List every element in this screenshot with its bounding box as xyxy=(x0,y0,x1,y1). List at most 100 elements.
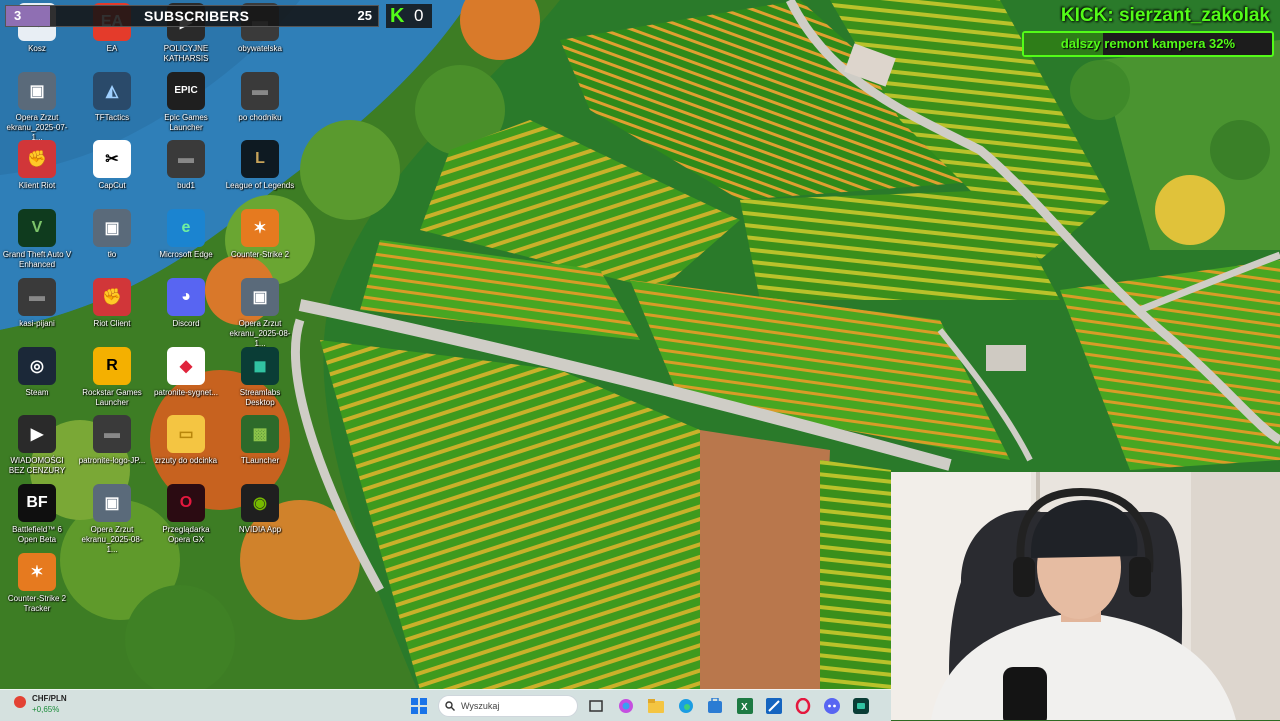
kick-channel-label: KICK: sierzant_zakolak xyxy=(1060,5,1270,26)
desktop-icon-label: POLICYJNE KATHARSIS xyxy=(163,44,209,63)
opera-gx-icon[interactable] xyxy=(793,696,813,716)
desktop-icon[interactable]: EPIC Epic Games Launcher xyxy=(151,71,221,133)
copilot-icon[interactable] xyxy=(616,696,636,716)
desktop-icon[interactable]: ✂ CapCut xyxy=(77,140,147,191)
desktop-icon-label: TLauncher xyxy=(240,456,280,466)
desktop-icon[interactable]: ◭ TFTactics xyxy=(77,71,147,123)
search-placeholder: Wyszukaj xyxy=(461,701,500,711)
desktop-icon-label: Klient Riot xyxy=(18,181,56,191)
capcut-icon: ✂ xyxy=(93,140,131,179)
file-icon: ▬ xyxy=(18,277,56,316)
desktop-icon[interactable]: ✶ Counter-Strike 2 xyxy=(225,209,295,260)
desktop-icon-label: Opera Zrzut ekranu_2025-07-1... xyxy=(6,112,68,142)
taskbar-search-box[interactable]: Wyszukaj xyxy=(438,695,578,717)
desktop-icon[interactable]: ✶ Counter-Strike 2 Tracker xyxy=(2,552,72,614)
image-file-icon: ▣ xyxy=(18,71,56,110)
subscriber-widget-title: SUBSCRIBERS xyxy=(144,8,250,24)
file-explorer-icon[interactable] xyxy=(646,696,666,716)
svg-text:X: X xyxy=(741,702,748,713)
desktop-icon-label: Przeglądarka Opera GX xyxy=(162,524,210,544)
streamlabs-icon: ◼ xyxy=(241,346,279,385)
desktop-icon-label: po chodniku xyxy=(238,112,282,122)
desktop-icon[interactable]: ✊ Klient Riot xyxy=(2,140,72,191)
paint-icon[interactable] xyxy=(764,696,784,716)
desktop-icon-label: Discord xyxy=(172,318,200,328)
excel-icon[interactable]: X xyxy=(735,696,755,716)
desktop-icon[interactable]: ◎ Steam xyxy=(2,346,72,398)
desktop-icon-label: WIADOMOŚCI BEZ CENZURY xyxy=(8,456,66,476)
desktop-icon[interactable]: ▬ kasi-pijani xyxy=(2,277,72,329)
image-file-icon: ▣ xyxy=(93,209,131,248)
desktop-icon-label: obywatelska xyxy=(237,44,283,53)
donation-goal-bar: dalszy remont kampera 32% xyxy=(1022,31,1274,57)
desktop-icon-label: Kosz xyxy=(28,44,46,53)
desktop-icon-label: Rockstar Games Launcher xyxy=(82,387,142,407)
streamlabs-icon[interactable] xyxy=(851,696,871,716)
tlauncher-icon: ▩ xyxy=(241,415,279,454)
desktop-icon[interactable]: ▶ WIADOMOŚCI BEZ CENZURY xyxy=(2,415,72,476)
task-view-icon[interactable] xyxy=(586,696,606,716)
desktop-icon-label: Counter-Strike 2 Tracker xyxy=(7,593,67,613)
kick-logo-icon: K xyxy=(390,5,405,27)
currency-change: +0,65% xyxy=(32,705,60,714)
desktop-icon[interactable]: ◉ NVIDIA App xyxy=(225,483,295,535)
discord-icon[interactable] xyxy=(822,696,842,716)
opera-gx-icon: O xyxy=(167,483,205,522)
desktop-icon-label: EA xyxy=(106,44,118,53)
desktop-icon[interactable]: ▣ Opera Zrzut ekranu_2025-08-1... xyxy=(77,483,147,555)
taskbar: CHF/PLN +0,65% Wyszukaj X xyxy=(0,689,891,721)
desktop-icon-label: patronite-sygnet... xyxy=(153,387,219,397)
video-file-icon: ▶ xyxy=(18,415,56,454)
nvidia-icon: ◉ xyxy=(241,483,279,522)
desktop-icon[interactable]: ▩ TLauncher xyxy=(225,415,295,466)
desktop-icon-label: patronite-logo-JP... xyxy=(78,456,146,466)
desktop-icon-label: zrzuty do odcinka xyxy=(154,456,218,466)
desktop-icon[interactable]: ◆ patronite-sygnet... xyxy=(151,346,221,398)
desktop-icon[interactable]: ▬ bud1 xyxy=(151,140,221,191)
folder-icon: ▭ xyxy=(167,415,205,454)
desktop-icon[interactable]: ▬ patronite-logo-JP... xyxy=(77,415,147,466)
kick-counter-value: 0 xyxy=(414,6,424,25)
desktop-icon-label: Battlefield™ 6 Open Beta xyxy=(12,524,62,544)
riot-icon: ✊ xyxy=(93,277,131,316)
battlefield-icon: BF xyxy=(18,483,56,522)
desktop-icon[interactable]: ▬ po chodniku xyxy=(225,71,295,123)
epic-games-icon: EPIC xyxy=(167,71,205,110)
desktop-icon-label: Counter-Strike 2 xyxy=(230,250,290,260)
windows-start-icon[interactable] xyxy=(409,696,429,716)
steam-icon: ◎ xyxy=(18,346,56,385)
patronite-icon: ◆ xyxy=(167,346,205,385)
rockstar-icon: R xyxy=(93,346,131,385)
desktop-icon-label: Epic Games Launcher xyxy=(164,112,208,132)
desktop-icon[interactable]: ✊ Riot Client xyxy=(77,277,147,329)
webcam-overlay xyxy=(891,472,1280,720)
file-icon: ▬ xyxy=(167,140,205,179)
desktop-icon-label: tło xyxy=(107,250,117,260)
discord-icon: ◕ xyxy=(167,277,205,316)
kick-viewer-counter: K 0 xyxy=(386,4,432,28)
desktop-icon-label: Steam xyxy=(25,387,49,397)
edge-icon[interactable] xyxy=(676,696,696,716)
currency-indicator-icon xyxy=(14,696,26,708)
desktop-icon-label: CapCut xyxy=(98,181,126,191)
goal-label: dalszy remont kampera 32% xyxy=(1060,36,1236,51)
desktop-icon[interactable]: V Grand Theft Auto V Enhanced xyxy=(2,209,72,270)
subscriber-count-right: 25 xyxy=(357,8,372,23)
desktop-icon[interactable]: e Microsoft Edge xyxy=(151,209,221,260)
desktop-icon[interactable]: ▣ Opera Zrzut ekranu_2025-07-1... xyxy=(2,71,72,143)
desktop-icon-label: Opera Zrzut ekranu_2025-08-1... xyxy=(81,524,143,554)
desktop-icon[interactable]: BF Battlefield™ 6 Open Beta xyxy=(2,483,72,545)
desktop-icon[interactable]: ▭ zrzuty do odcinka xyxy=(151,415,221,466)
desktop-icon[interactable]: ▣ Opera Zrzut ekranu_2025-08-1... xyxy=(225,277,295,349)
store-icon[interactable] xyxy=(705,696,725,716)
desktop-icon[interactable]: L League of Legends xyxy=(225,140,295,191)
cs2-icon: ✶ xyxy=(241,209,279,248)
desktop-icon[interactable]: ◕ Discord xyxy=(151,277,221,329)
desktop-icon[interactable]: R Rockstar Games Launcher xyxy=(77,346,147,408)
desktop-icon[interactable]: O Przeglądarka Opera GX xyxy=(151,483,221,545)
desktop-icon[interactable]: ◼ Streamlabs Desktop xyxy=(225,346,295,408)
subscriber-count-left: 3 xyxy=(6,6,50,26)
desktop-icon[interactable]: ▣ tło xyxy=(77,209,147,260)
desktop-icon-label: Microsoft Edge xyxy=(159,250,213,260)
desktop-icon-label: Riot Client xyxy=(93,318,131,328)
